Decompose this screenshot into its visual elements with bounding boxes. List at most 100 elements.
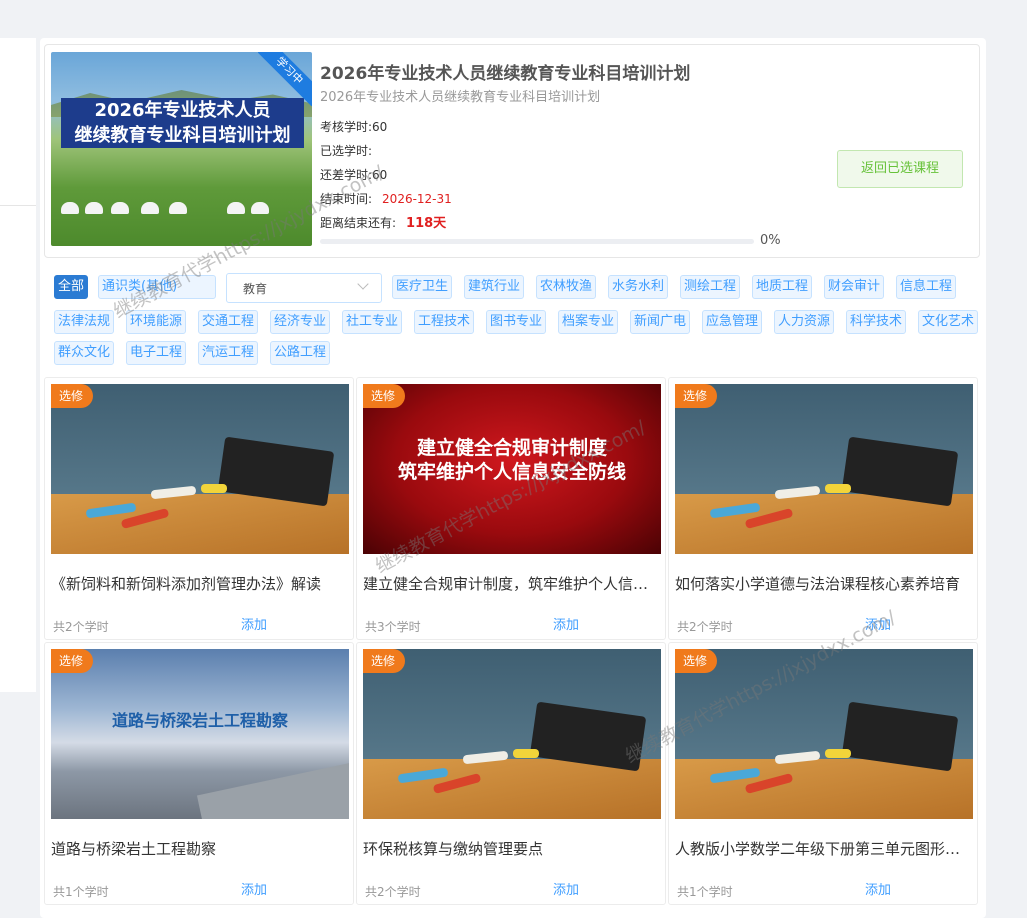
assess-hours-value: 60 xyxy=(372,120,388,134)
filter-tag[interactable]: 工程技术 xyxy=(414,310,475,334)
elective-badge: 选修 xyxy=(363,384,406,408)
filter-tag[interactable]: 汽运工程 xyxy=(198,341,259,365)
filter-tag[interactable]: 图书专业 xyxy=(486,310,547,334)
elective-badge: 选修 xyxy=(675,384,718,408)
plan-title: 2026年专业技术人员继续教育专业科目培训计划 xyxy=(320,64,691,84)
add-course-button[interactable]: 添加 xyxy=(553,879,579,898)
return-selected-courses-button[interactable]: 返回已选课程 xyxy=(837,150,963,188)
course-title[interactable]: 建立健全合规审计制度，筑牢维护个人信息安全防线 xyxy=(363,573,661,594)
filter-tag[interactable]: 人力资源 xyxy=(774,310,835,334)
end-time: 结束时间: 2026-12-31 xyxy=(320,190,452,207)
thumb-chalk4 xyxy=(825,749,851,758)
filter-tag[interactable]: 测绘工程 xyxy=(680,275,741,299)
course-card[interactable]: 建立健全合规审计制度 筑牢维护个人信息安全防线 选修建立健全合规审计制度，筑牢维护个… xyxy=(356,377,666,640)
filter-tag[interactable]: 经济专业 xyxy=(270,310,331,334)
filter-tag[interactable]: 科学技术 xyxy=(846,310,907,334)
course-hours: 共2个学时 xyxy=(677,620,733,634)
remaining-hours-value: 60 xyxy=(372,168,388,182)
course-hours: 共2个学时 xyxy=(365,885,421,899)
course-thumbnail[interactable]: 选修 xyxy=(363,649,661,819)
days-left-value: 118天 xyxy=(406,216,447,231)
filter-tag[interactable]: 群众文化 xyxy=(54,341,115,365)
thumb-road xyxy=(196,753,349,819)
course-title[interactable]: 道路与桥梁岩土工程勘察 xyxy=(51,838,349,859)
filter-tag[interactable]: 社工专业 xyxy=(342,310,403,334)
filter-tag[interactable]: 医疗卫生 xyxy=(392,275,453,299)
course-card[interactable]: 选修人教版小学数学二年级下册第三单元图形的运动共1个学时 添加 xyxy=(668,642,978,905)
course-hours: 共1个学时 xyxy=(677,885,733,899)
filter-tag[interactable]: 地质工程 xyxy=(752,275,813,299)
course-thumbnail[interactable]: 选修 xyxy=(675,649,973,819)
add-course-button[interactable]: 添加 xyxy=(241,614,267,633)
course-hours: 共3个学时 xyxy=(365,620,421,634)
filter-tag[interactable]: 档案专业 xyxy=(558,310,619,334)
filter-tag[interactable]: 农林牧渔 xyxy=(536,275,597,299)
filter-tag-all[interactable]: 全部 xyxy=(54,275,89,299)
end-time-label: 结束时间: xyxy=(320,192,373,206)
add-course-button[interactable]: 添加 xyxy=(241,879,267,898)
cover-text-line2: 继续教育专业科目培训计划 xyxy=(74,125,291,146)
filter-tag[interactable]: 法律法规 xyxy=(54,310,115,334)
course-thumbnail[interactable]: 选修 xyxy=(51,384,349,554)
course-hours: 共1个学时 xyxy=(53,885,109,899)
course-title[interactable]: 如何落实小学道德与法治课程核心素养培育 xyxy=(675,573,973,594)
thumb-chalk4 xyxy=(513,749,539,758)
course-thumbnail[interactable]: 道路与桥梁岩土工程勘察 选修 xyxy=(51,649,349,819)
filter-tag[interactable]: 财会审计 xyxy=(824,275,885,299)
cover-yurts xyxy=(51,202,312,222)
filter-tag[interactable]: 环境能源 xyxy=(126,310,187,334)
filter-tag[interactable]: 信息工程 xyxy=(896,275,957,299)
assess-hours-label: 考核学时: xyxy=(320,120,373,134)
add-course-button[interactable]: 添加 xyxy=(865,614,891,633)
status-ribbon-label: 学习中 xyxy=(258,52,312,106)
plan-subtitle: 2026年专业技术人员继续教育专业科目培训计划 xyxy=(320,90,601,105)
filter-tag[interactable]: 建筑行业 xyxy=(464,275,525,299)
thumb-text: 道路与桥梁岩土工程勘察 xyxy=(111,711,288,730)
yurt xyxy=(141,202,159,214)
yurt xyxy=(227,202,245,214)
status-ribbon: 学习中 xyxy=(258,52,312,106)
main-panel: 2026年专业技术人员 继续教育专业科目培训计划 学习中 2026年专业技术人员… xyxy=(40,38,986,918)
filter-tag[interactable]: 公路工程 xyxy=(270,341,331,365)
course-card[interactable]: 选修《新饲料和新饲料添加剂管理办法》解读共2个学时 添加 xyxy=(44,377,354,640)
filter-tag[interactable]: 交通工程 xyxy=(198,310,259,334)
course-title[interactable]: 环保税核算与缴纳管理要点 xyxy=(363,838,661,859)
left-panel-divider xyxy=(0,205,36,206)
yurt xyxy=(251,202,269,214)
course-hours: 共2个学时 xyxy=(53,620,109,634)
elective-badge: 选修 xyxy=(675,649,718,673)
elective-badge: 选修 xyxy=(51,384,94,408)
thumb-chalk4 xyxy=(825,484,851,493)
thumb-chalk4 xyxy=(201,484,227,493)
thumb-text-line2: 筑牢维护个人信息安全防线 xyxy=(397,461,626,483)
course-card[interactable]: 选修如何落实小学道德与法治课程核心素养培育共2个学时 添加 xyxy=(668,377,978,640)
course-title[interactable]: 人教版小学数学二年级下册第三单元图形的运动 xyxy=(675,838,973,859)
days-left: 距离结束还有: 118天 xyxy=(320,212,446,231)
course-card[interactable]: 选修环保税核算与缴纳管理要点共2个学时 添加 xyxy=(356,642,666,905)
remaining-hours-label: 还差学时: xyxy=(320,168,373,182)
category-select[interactable]: 教育 xyxy=(226,273,382,303)
filter-tag[interactable]: 电子工程 xyxy=(126,341,187,365)
plan-card: 2026年专业技术人员 继续教育专业科目培训计划 学习中 2026年专业技术人员… xyxy=(44,44,980,258)
plan-cover-image: 2026年专业技术人员 继续教育专业科目培训计划 学习中 xyxy=(51,52,312,246)
course-thumbnail[interactable]: 建立健全合规审计制度 筑牢维护个人信息安全防线 选修 xyxy=(363,384,661,554)
chevron-down-icon xyxy=(357,278,369,290)
days-left-label: 距离结束还有: xyxy=(320,216,397,230)
remaining-hours: 还差学时:60 xyxy=(320,166,387,183)
course-card[interactable]: 道路与桥梁岩土工程勘察 选修 道路与桥梁岩土工程勘察 共1个学时 添加 xyxy=(44,642,354,905)
filter-tag[interactable]: 应急管理 xyxy=(702,310,763,334)
assess-hours: 考核学时:60 xyxy=(320,118,387,135)
filter-tag[interactable]: 水务水利 xyxy=(608,275,669,299)
course-title[interactable]: 《新饲料和新饲料添加剂管理办法》解读 xyxy=(51,573,349,594)
filter-tag-general[interactable]: 通识类(其他) xyxy=(98,275,216,299)
thumb-text-line1: 建立健全合规审计制度 xyxy=(416,437,607,459)
yurt xyxy=(111,202,129,214)
filter-tag[interactable]: 新闻广电 xyxy=(630,310,691,334)
filter-tag[interactable]: 文化艺术 xyxy=(918,310,979,334)
category-select-value: 教育 xyxy=(243,282,268,296)
yurt xyxy=(169,202,187,214)
add-course-button[interactable]: 添加 xyxy=(553,614,579,633)
progress-bar xyxy=(320,239,754,244)
add-course-button[interactable]: 添加 xyxy=(865,879,891,898)
course-thumbnail[interactable]: 选修 xyxy=(675,384,973,554)
